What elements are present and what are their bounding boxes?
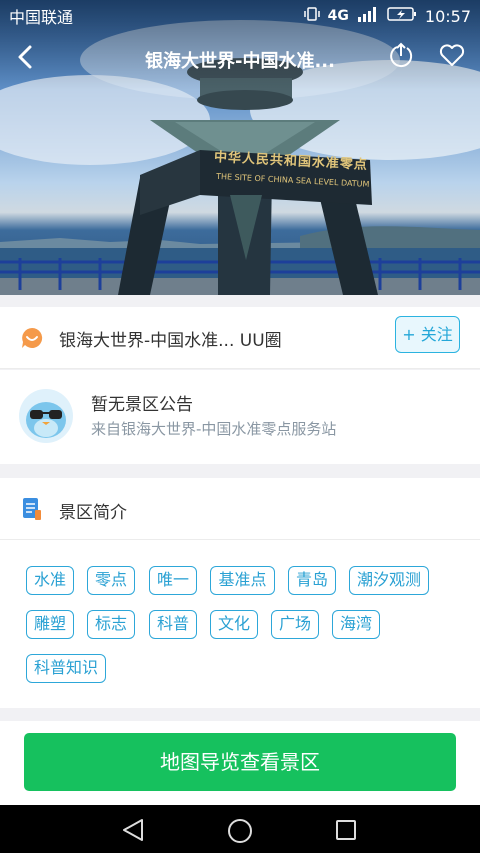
follow-button[interactable]: + 关注 (395, 316, 460, 353)
document-icon (22, 497, 42, 521)
tag-chip[interactable]: 基准点 (210, 566, 275, 595)
nav-back-icon[interactable] (120, 817, 146, 843)
nav-recents-icon[interactable] (334, 818, 358, 842)
tag-chip[interactable]: 广场 (271, 610, 319, 639)
tag-chip[interactable]: 潮汐观测 (349, 566, 429, 595)
carrier-name: 中国联通 (9, 8, 74, 27)
intro-card: 景区简介 水准 零点 唯一 基准点 青岛 潮汐观测 雕塑 标志 科普 文化 广场… (0, 478, 480, 708)
map-guide-button[interactable]: 地图导览查看景区 (24, 733, 456, 791)
tag-chip[interactable]: 唯一 (149, 566, 197, 595)
tag-chip[interactable]: 零点 (87, 566, 135, 595)
system-nav-bar (0, 805, 480, 853)
tag-chip[interactable]: 海湾 (332, 610, 380, 639)
clock-time: 10:57 (424, 6, 471, 26)
service-avatar (18, 388, 74, 444)
share-icon[interactable] (386, 40, 416, 70)
battery-charging-icon (387, 6, 417, 26)
tag-chip[interactable]: 文化 (210, 610, 258, 639)
chat-bubble-icon (20, 326, 44, 350)
tag-chip[interactable]: 科普 (149, 610, 197, 639)
network-type: 4G (327, 8, 349, 24)
back-icon[interactable] (12, 42, 42, 72)
status-bar: 中国联通 4G 10:57 (0, 0, 480, 32)
top-nav: 银海大世界-中国水准... (0, 32, 480, 82)
tag-chip[interactable]: 标志 (87, 610, 135, 639)
signal-icon (357, 6, 379, 26)
tag-chip[interactable]: 水准 (26, 566, 74, 595)
favorite-heart-icon[interactable] (437, 40, 467, 70)
intro-title: 景区简介 (59, 503, 127, 523)
tag-chip[interactable]: 科普知识 (26, 654, 106, 683)
tag-chip[interactable]: 雕塑 (26, 610, 74, 639)
nav-home-icon[interactable] (226, 817, 254, 845)
uu-circle-name: 银海大世界-中国水准... UU圈 (59, 331, 282, 351)
page-title: 银海大世界-中国水准... (145, 51, 335, 72)
notice-title: 暂无景区公告 (91, 395, 193, 415)
notice-card: 暂无景区公告 来自银海大世界-中国水准零点服务站 (0, 370, 480, 464)
intro-header: 景区简介 (0, 478, 480, 540)
vibrate-icon (303, 6, 320, 26)
tag-chip[interactable]: 青岛 (288, 566, 336, 595)
bottom-bar: 地图导览查看景区 (0, 721, 480, 805)
notice-source: 来自银海大世界-中国水准零点服务站 (91, 420, 337, 438)
